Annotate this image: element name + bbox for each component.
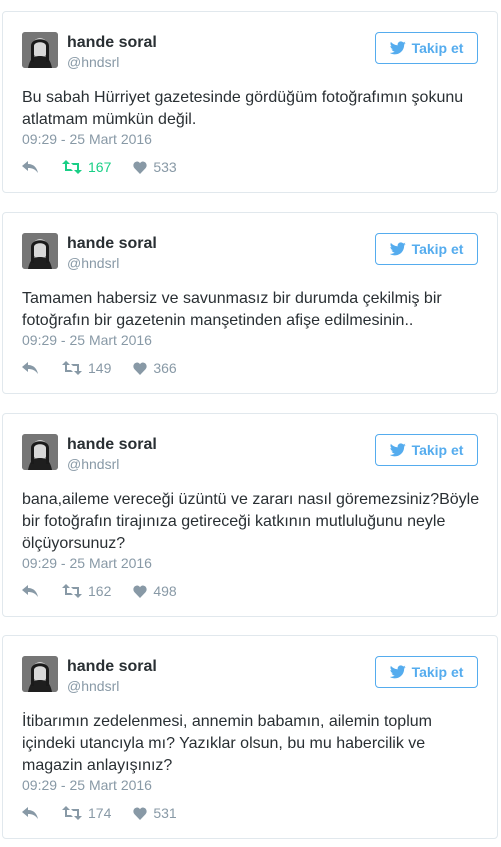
twitter-bird-icon <box>389 242 406 256</box>
display-name[interactable]: hande soral <box>67 436 157 454</box>
tweet-timestamp[interactable]: 09:29 - 25 Mart 2016 <box>22 332 152 348</box>
heart-icon <box>133 161 147 174</box>
retweet-icon <box>62 361 82 375</box>
follow-button[interactable]: Takip et <box>375 656 478 688</box>
heart-icon <box>133 362 147 375</box>
retweet-count: 162 <box>88 583 112 599</box>
tweet-card: hande soral @hndsrl Takip et Bu sabah Hü… <box>2 11 498 193</box>
avatar[interactable] <box>22 32 58 68</box>
avatar[interactable] <box>22 233 58 269</box>
tweet-actions: 149 366 <box>22 359 177 377</box>
like-button[interactable]: 498 <box>133 583 177 599</box>
tweet-text: Tamamen habersiz ve savunmasız bir durum… <box>22 290 442 329</box>
avatar[interactable] <box>22 656 58 692</box>
tweet-timestamp[interactable]: 09:29 - 25 Mart 2016 <box>22 555 152 571</box>
like-count: 498 <box>153 583 177 599</box>
retweet-button[interactable]: 167 <box>62 159 111 175</box>
twitter-bird-icon <box>389 665 406 679</box>
reply-icon <box>22 585 38 597</box>
follow-label: Takip et <box>411 40 464 56</box>
reply-button[interactable] <box>22 584 40 598</box>
tweet-timestamp[interactable]: 09:29 - 25 Mart 2016 <box>22 777 152 793</box>
retweet-icon <box>62 160 82 174</box>
retweet-count: 149 <box>88 360 112 376</box>
retweet-button[interactable]: 162 <box>62 583 111 599</box>
follow-button[interactable]: Takip et <box>375 434 478 466</box>
tweet-actions: 174 531 <box>22 804 177 822</box>
retweet-count: 174 <box>88 805 112 821</box>
heart-icon <box>133 585 147 598</box>
retweet-count: 167 <box>88 159 112 175</box>
display-name[interactable]: hande soral <box>67 34 157 52</box>
avatar[interactable] <box>22 434 58 470</box>
reply-icon <box>22 807 38 819</box>
like-button[interactable]: 533 <box>133 159 177 175</box>
follow-button[interactable]: Takip et <box>375 32 478 64</box>
tweet-text: bana,aileme vereceği üzüntü ve zararı na… <box>22 491 480 552</box>
follow-label: Takip et <box>411 664 464 680</box>
like-count: 533 <box>153 159 177 175</box>
reply-button[interactable] <box>22 806 40 820</box>
tweet-card: hande soral @hndsrl Takip et bana,aileme… <box>2 413 498 617</box>
reply-button[interactable] <box>22 361 40 375</box>
display-name[interactable]: hande soral <box>67 235 157 253</box>
follow-label: Takip et <box>411 241 464 257</box>
user-handle[interactable]: @hndsrl <box>67 456 119 472</box>
follow-button[interactable]: Takip et <box>375 233 478 265</box>
like-button[interactable]: 366 <box>133 360 177 376</box>
retweet-button[interactable]: 149 <box>62 360 111 376</box>
retweet-icon <box>62 584 82 598</box>
display-name[interactable]: hande soral <box>67 658 157 676</box>
tweet-text: İtibarımın zedelenmesi, annemin babamın,… <box>22 713 432 774</box>
reply-icon <box>22 362 38 374</box>
tweet-card: hande soral @hndsrl Takip et İtibarımın … <box>2 635 498 839</box>
twitter-bird-icon <box>389 443 406 457</box>
reply-button[interactable] <box>22 160 40 174</box>
tweet-actions: 167 533 <box>22 158 177 176</box>
user-handle[interactable]: @hndsrl <box>67 678 119 694</box>
tweet-actions: 162 498 <box>22 582 177 600</box>
tweet-text: Bu sabah Hürriyet gazetesinde gördüğüm f… <box>22 89 464 128</box>
retweet-button[interactable]: 174 <box>62 805 111 821</box>
like-count: 366 <box>153 360 177 376</box>
user-handle[interactable]: @hndsrl <box>67 54 119 70</box>
follow-label: Takip et <box>411 442 464 458</box>
twitter-bird-icon <box>389 41 406 55</box>
heart-icon <box>133 807 147 820</box>
tweet-card: hande soral @hndsrl Takip et Tamamen hab… <box>2 212 498 394</box>
tweet-timestamp[interactable]: 09:29 - 25 Mart 2016 <box>22 131 152 147</box>
user-handle[interactable]: @hndsrl <box>67 255 119 271</box>
like-count: 531 <box>153 805 177 821</box>
like-button[interactable]: 531 <box>133 805 177 821</box>
reply-icon <box>22 161 38 173</box>
retweet-icon <box>62 806 82 820</box>
